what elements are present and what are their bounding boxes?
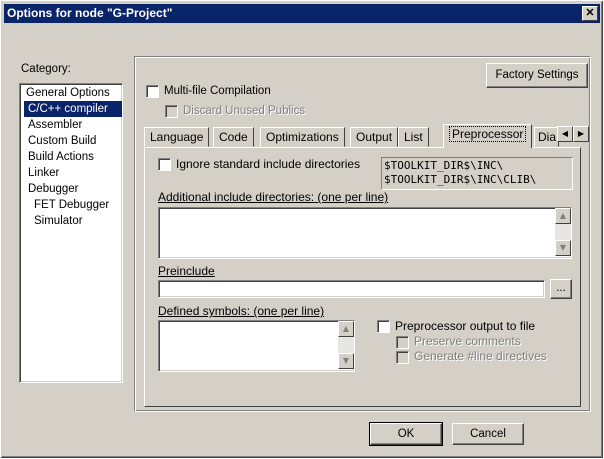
defined-symbols-scrollbar[interactable]: ▲ ▼: [338, 321, 354, 369]
std-dir-clib: $TOOLKIT_DIR$\INC\CLIB\: [384, 173, 537, 186]
tab-preprocessor-label: Preprocessor: [449, 126, 527, 142]
std-dir-inc: $TOOLKIT_DIR$\INC\: [384, 159, 504, 172]
line-directives-label: Generate #line directives: [414, 349, 547, 363]
pp-output-label: Preprocessor output to file: [395, 319, 536, 333]
title-bar: Options for node "G-Project" ✕: [4, 4, 600, 23]
scroll-down-icon[interactable]: ▼: [338, 353, 354, 369]
preinclude-browse-button[interactable]: ...: [550, 279, 572, 299]
ok-button[interactable]: OK: [369, 422, 443, 446]
close-icon[interactable]: ✕: [582, 6, 598, 21]
ignore-std-label: Ignore standard include directories: [176, 157, 361, 171]
category-item-linker[interactable]: Linker: [24, 165, 59, 181]
ignore-std-checkbox[interactable]: [158, 158, 171, 171]
tab-list[interactable]: List: [398, 127, 429, 147]
category-label: Category:: [21, 63, 71, 75]
multifile-label: Multi-file Compilation: [164, 85, 271, 97]
tab-code[interactable]: Code: [213, 127, 254, 147]
tab-output[interactable]: Output: [350, 127, 399, 147]
tab-optimizations[interactable]: Optimizations: [260, 127, 345, 147]
additional-include-scrollbar[interactable]: ▲ ▼: [555, 208, 571, 256]
preinclude-label: Preinclude: [158, 264, 215, 278]
cancel-button[interactable]: Cancel: [452, 423, 524, 445]
defined-symbols-input[interactable]: ▲ ▼: [158, 320, 355, 372]
discard-checkbox[interactable]: [165, 105, 178, 118]
category-item-debugger[interactable]: Debugger: [24, 181, 79, 197]
category-list[interactable]: General Options C/C++ compiler Assembler…: [19, 83, 123, 383]
line-directives-checkbox[interactable]: [396, 351, 409, 364]
category-item-build-actions[interactable]: Build Actions: [24, 149, 94, 165]
tab-scroll-left-icon[interactable]: ◀: [557, 126, 573, 142]
pp-output-checkbox[interactable]: [377, 320, 390, 333]
discard-label: Discard Unused Publics: [183, 105, 306, 117]
multifile-checkbox[interactable]: [146, 85, 159, 98]
defined-symbols-label: Defined symbols: (one per line): [158, 304, 325, 318]
window-title: Options for node "G-Project": [7, 6, 173, 20]
scroll-down-icon[interactable]: ▼: [555, 240, 571, 256]
category-item-fet-debugger[interactable]: FET Debugger: [30, 197, 109, 213]
tab-preprocessor[interactable]: Preprocessor: [443, 124, 533, 148]
tab-scroll-right-icon[interactable]: ▶: [573, 126, 589, 142]
preinclude-input[interactable]: [158, 280, 545, 298]
options-dialog: Options for node "G-Project" ✕ Category:…: [0, 0, 604, 459]
additional-include-label: Additional include directories: (one per…: [158, 190, 389, 204]
scroll-up-icon[interactable]: ▲: [338, 321, 354, 337]
std-include-dirs: $TOOLKIT_DIR$\INC\ $TOOLKIT_DIR$\INC\CLI…: [381, 157, 573, 190]
tab-diagnostics[interactable]: Dia: [534, 127, 559, 147]
tab-language[interactable]: Language: [144, 127, 210, 147]
additional-include-input[interactable]: ▲ ▼: [158, 207, 572, 259]
category-item-assembler[interactable]: Assembler: [24, 117, 82, 133]
category-item-custom-build[interactable]: Custom Build: [24, 133, 96, 149]
scroll-up-icon[interactable]: ▲: [555, 208, 571, 224]
category-item-c-compiler[interactable]: C/C++ compiler: [24, 101, 122, 117]
preserve-comments-label: Preserve comments: [414, 334, 521, 348]
preserve-comments-checkbox[interactable]: [396, 336, 409, 349]
category-item-general-options[interactable]: General Options: [22, 85, 110, 101]
factory-settings-button[interactable]: Factory Settings: [486, 63, 588, 88]
category-item-simulator[interactable]: Simulator: [30, 213, 83, 229]
